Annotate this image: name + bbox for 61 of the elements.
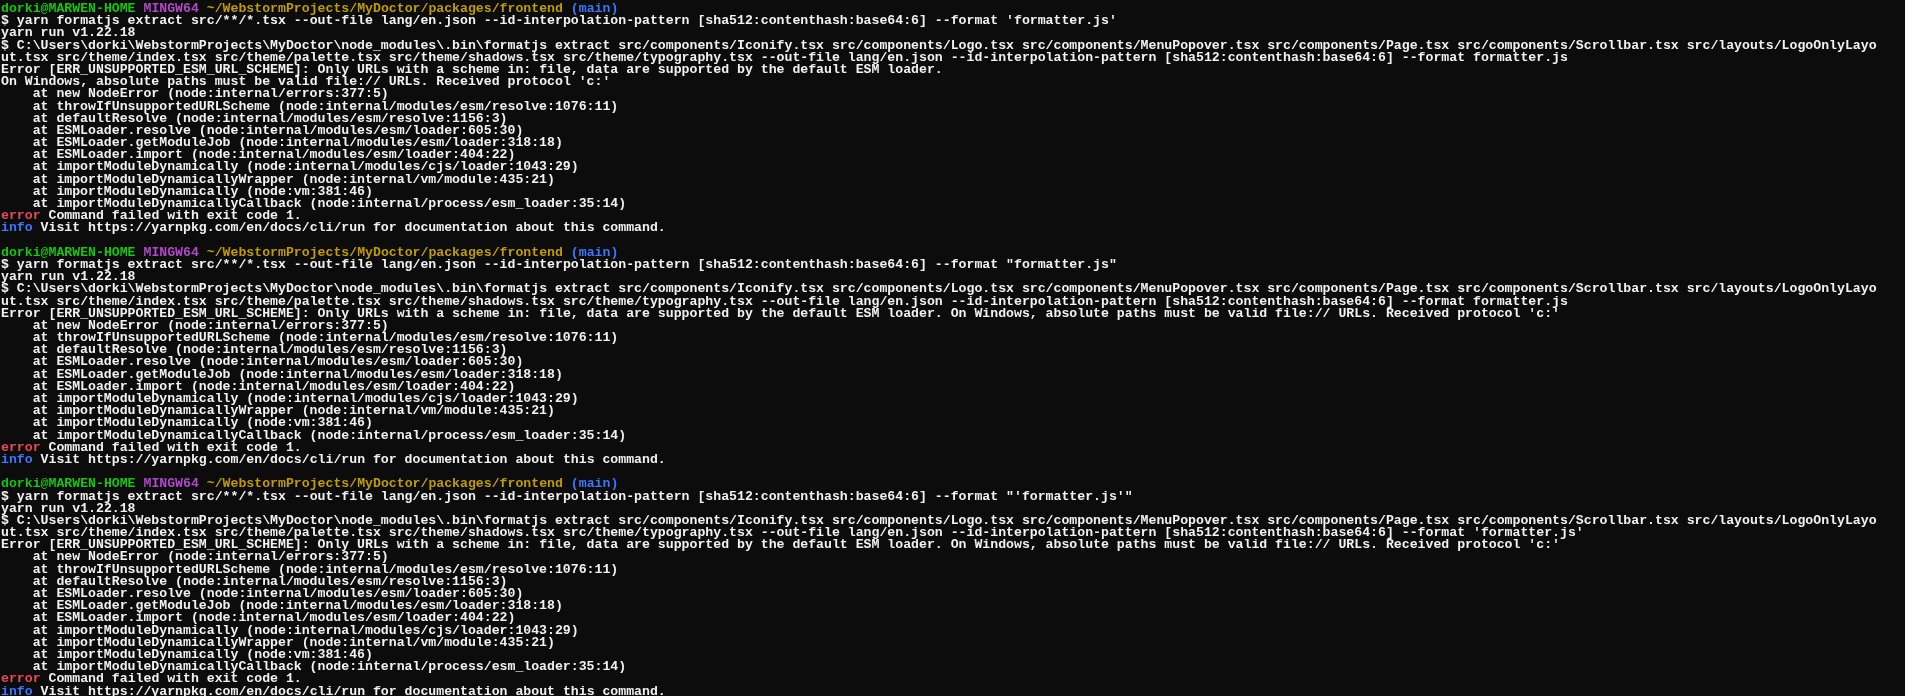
git-branch: (main)	[570, 1, 619, 16]
stack-trace-line: at ESMLoader.getModuleJob (node:internal/modules/esm/loader:318:18)	[31, 600, 564, 613]
output-line: $ yarn formatjs extract src/**/*.tsx --out-file lang/en.json --id-interpolation-pattern [sha512:contenthash:base64:6] --format "'formatter.js'"	[1, 490, 1134, 503]
stack-trace-line: at ESMLoader.import (node:internal/modules/esm/loader:404:22)	[31, 380, 516, 393]
stack-trace-line: at throwIfUnsupportedURLScheme (node:internal/modules/esm/resolve:1076:11)	[31, 100, 620, 113]
current-path: ~/WebstormProjects/MyDoctor/packages/frontend	[206, 476, 563, 492]
output-line: yarn run v1.22.18	[1, 271, 136, 284]
stack-trace-line: at importModuleDynamicallyWrapper (node:internal/vm/module:435:21)	[31, 173, 555, 186]
stack-trace-line: at importModuleDynamically (node:vm:381:46)	[31, 648, 373, 662]
stack-trace-line: at ESMLoader.resolve (node:internal/modules/esm/loader:605:30)	[31, 588, 524, 601]
info-label: info	[1, 220, 33, 236]
stack-trace-line: at ESMLoader.import (node:internal/modules/esm/loader:404:22)	[31, 612, 516, 625]
stack-trace-line: at throwIfUnsupportedURLScheme (node:internal/modules/esm/resolve:1076:11)	[31, 563, 620, 576]
stack-trace-line: at defaultResolve (node:internal/modules/esm/resolve:1156:3)	[31, 575, 508, 588]
output-line: ut.tsx src/theme/index.tsx src/theme/palette.tsx src/theme/shadows.tsx src/theme/typography.tsx --out-file lang/en.json --id-interpolation-pattern [sha512:contenthash:base64:6] --format formatter.js	[1, 51, 1568, 64]
stack-trace-line: at ESMLoader.getModuleJob (node:internal/modules/esm/loader:318:18)	[31, 368, 564, 381]
output-line: ut.tsx src/theme/index.tsx src/theme/palette.tsx src/theme/shadows.tsx src/theme/typography.tsx --out-file lang/en.json --id-interpolation-pattern [sha512:contenthash:base64:6] --format formatter.js	[1, 295, 1568, 308]
output-line: $ C:\Users\dorki\WebstormProjects\MyDoctor\node_modules\.bin\formatjs extract src/components/Iconify.tsx src/components/Logo.tsx src/components/MenuPopover.tsx src/components/Page.tsx src/components/Scrollbar.tsx src/layouts/LogoOnlyLayo	[1, 39, 1878, 52]
current-path: ~/WebstormProjects/MyDoctor/packages/frontend	[206, 244, 563, 260]
user-host: dorki@MARWEN-HOME	[1, 476, 136, 492]
stack-trace-line: at ESMLoader.import (node:internal/modules/esm/loader:404:22)	[31, 149, 516, 162]
stack-trace-line: at new NodeError (node:internal/errors:377:5)	[31, 319, 389, 333]
stack-trace-line: at importModuleDynamicallyCallback (node:internal/process/esm_loader:35:14)	[31, 429, 628, 442]
output-line: Error [ERR_UNSUPPORTED_ESM_URL_SCHEME]: Only URLs with a scheme in: file, data are supported by the default ESM loader. On Windows, absolute paths must be valid file:// URLs. Received protocol 'c:'	[1, 307, 1561, 320]
stack-trace-line: at ESMLoader.getModuleJob (node:internal/modules/esm/loader:318:18)	[31, 137, 564, 150]
stack-trace-line: at importModuleDynamicallyWrapper (node:internal/vm/module:435:21)	[31, 405, 555, 418]
output-line: $ yarn formatjs extract src/**/*.tsx --out-file lang/en.json --id-interpolation-pattern [sha512:contenthash:base64:6] --format "formatter.js"	[1, 258, 1118, 272]
stack-trace-line: at ESMLoader.resolve (node:internal/modules/esm/loader:605:30)	[31, 356, 524, 369]
stack-trace-line: at importModuleDynamically (node:internal/modules/cjs/loader:1043:29)	[31, 393, 580, 406]
stack-trace-line: at importModuleDynamically (node:internal/modules/cjs/loader:1043:29)	[31, 624, 580, 637]
stack-trace-line: at importModuleDynamically (node:vm:381:46)	[31, 185, 373, 198]
current-path: ~/WebstormProjects/MyDoctor/packages/frontend	[206, 1, 563, 16]
output-line: $ yarn formatjs extract src/**/*.tsx --out-file lang/en.json --id-interpolation-pattern [sha512:contenthash:base64:6] --format 'formatter.js'	[1, 15, 1118, 28]
stack-trace-line: at throwIfUnsupportedURLScheme (node:internal/modules/esm/resolve:1076:11)	[31, 332, 620, 345]
info-message: Visit https://yarnpkg.com/en/docs/cli/run for documentation about this command.	[40, 220, 666, 236]
user-host: dorki@MARWEN-HOME	[1, 244, 136, 260]
stack-trace-line: at importModuleDynamicallyCallback (node:internal/process/esm_loader:35:14)	[31, 198, 628, 211]
git-branch: (main)	[570, 476, 619, 492]
output-line: ut.tsx src/theme/index.tsx src/theme/palette.tsx src/theme/shadows.tsx src/theme/typography.tsx --out-file lang/en.json --id-interpolation-pattern [sha512:contenthash:base64:6] --format 'formatter.js'	[1, 527, 1584, 540]
user-host: dorki@MARWEN-HOME	[1, 1, 136, 16]
stack-trace-line: at importModuleDynamicallyWrapper (node:internal/vm/module:435:21)	[31, 636, 555, 649]
shell-name: MINGW64	[143, 1, 199, 16]
output-line: Error [ERR_UNSUPPORTED_ESM_URL_SCHEME]: Only URLs with a scheme in: file, data are supported by the default ESM loader.	[1, 63, 944, 77]
output-line: yarn run v1.22.18	[1, 27, 136, 40]
stack-trace-line: at importModuleDynamicallyCallback (node:internal/process/esm_loader:35:14)	[31, 661, 628, 674]
info-message: Visit https://yarnpkg.com/en/docs/cli/run for documentation about this command.	[40, 451, 666, 467]
output-line: $ C:\Users\dorki\WebstormProjects\MyDoctor\node_modules\.bin\formatjs extract src/components/Iconify.tsx src/components/Logo.tsx src/components/MenuPopover.tsx src/components/Page.tsx src/components/Scrollbar.tsx src/layouts/LogoOnlyLayo	[1, 514, 1878, 528]
output-line: Error [ERR_UNSUPPORTED_ESM_URL_SCHEME]: Only URLs with a scheme in: file, data are supported by the default ESM loader. On Windows, absolute paths must be valid file:// URLs. Received protocol 'c:'	[1, 539, 1561, 552]
stack-trace-line: at importModuleDynamically (node:vm:381:46)	[31, 417, 373, 430]
stack-trace-line: at new NodeError (node:internal/errors:377:5)	[32, 88, 389, 101]
stack-trace-line: at importModuleDynamically (node:internal/modules/cjs/loader:1043:29)	[31, 161, 580, 174]
stack-trace-line: at new NodeError (node:internal/errors:377:5)	[31, 551, 389, 564]
stack-trace-line: at ESMLoader.resolve (node:internal/modules/esm/loader:605:30)	[31, 124, 524, 138]
shell-name: MINGW64	[143, 476, 199, 492]
shell-name: MINGW64	[143, 244, 199, 260]
stack-trace-line: at defaultResolve (node:internal/modules/esm/resolve:1156:3)	[31, 344, 508, 357]
git-branch: (main)	[570, 244, 619, 260]
output-line: On Windows, absolute paths must be valid file:// URLs. Received protocol 'c:'	[1, 76, 612, 89]
output-line: yarn run v1.22.18	[1, 502, 136, 515]
output-line: $ C:\Users\dorki\WebstormProjects\MyDoctor\node_modules\.bin\formatjs extract src/components/Iconify.tsx src/components/Logo.tsx src/components/MenuPopover.tsx src/components/Page.tsx src/components/Scrollbar.tsx src/layouts/LogoOnlyLayo	[1, 283, 1878, 296]
stack-trace-line: at defaultResolve (node:internal/modules/esm/resolve:1156:3)	[31, 112, 508, 125]
